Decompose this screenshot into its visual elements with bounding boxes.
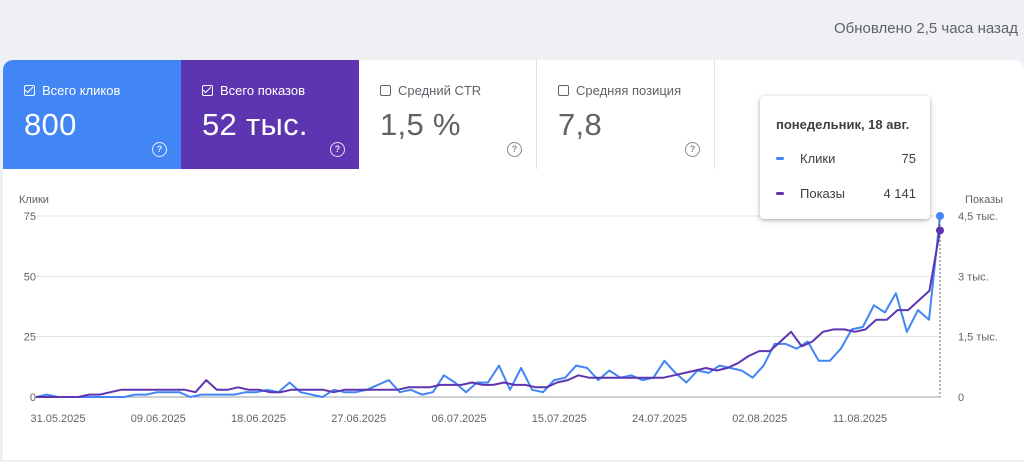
tooltip-row-impressions: Показы 4 141 xyxy=(776,186,916,201)
y-right-tick-label: 3 тыс. xyxy=(958,271,989,283)
clicks-highlight-point xyxy=(936,212,944,220)
x-tick-label: 31.05.2025 xyxy=(30,413,85,425)
x-tick-label: 09.06.2025 xyxy=(131,413,186,425)
x-tick-label: 15.07.2025 xyxy=(532,413,587,425)
y-left-tick-label: 25 xyxy=(24,332,36,344)
x-tick-label: 24.07.2025 xyxy=(632,413,687,425)
tooltip-clicks-label: Клики xyxy=(800,151,836,166)
tooltip-impressions-value: 4 141 xyxy=(883,186,916,201)
tooltip-row-clicks: Клики 75 xyxy=(776,151,916,166)
tooltip-clicks-value: 75 xyxy=(901,151,916,166)
impressions-line xyxy=(36,230,941,398)
clicks-legend-swatch xyxy=(776,157,784,160)
x-tick-label: 18.06.2025 xyxy=(231,413,286,425)
impressions-legend-swatch xyxy=(776,192,784,195)
last-updated-text: Обновлено 2,5 часа назад xyxy=(833,20,1018,37)
y-right-tick-label: 4,5 тыс. xyxy=(958,211,998,223)
y-left-axis-label: Клики xyxy=(19,194,49,206)
y-right-tick-label: 0 xyxy=(958,392,964,404)
x-tick-label: 11.08.2025 xyxy=(833,413,887,425)
y-left-tick-label: 50 xyxy=(24,271,36,283)
chart-tooltip: понедельник, 18 авг. Клики 75 Показы 4 1… xyxy=(760,96,930,219)
clicks-line xyxy=(35,215,941,398)
x-tick-label: 06.07.2025 xyxy=(431,413,486,425)
y-left-tick-label: 0 xyxy=(30,392,36,404)
performance-panel: Всего кликов 800 ? Всего показов 52 тыс.… xyxy=(3,60,1024,460)
y-right-tick-label: 1,5 тыс. xyxy=(958,332,998,344)
tooltip-impressions-label: Показы xyxy=(800,186,845,201)
y-left-tick-label: 75 xyxy=(24,211,36,223)
x-tick-label: 27.06.2025 xyxy=(331,413,386,425)
tooltip-date: понедельник, 18 авг. xyxy=(776,117,910,132)
impressions-highlight-point xyxy=(936,226,944,235)
x-tick-label: 02.08.2025 xyxy=(732,413,787,425)
y-right-axis-label: Показы xyxy=(965,194,1003,206)
